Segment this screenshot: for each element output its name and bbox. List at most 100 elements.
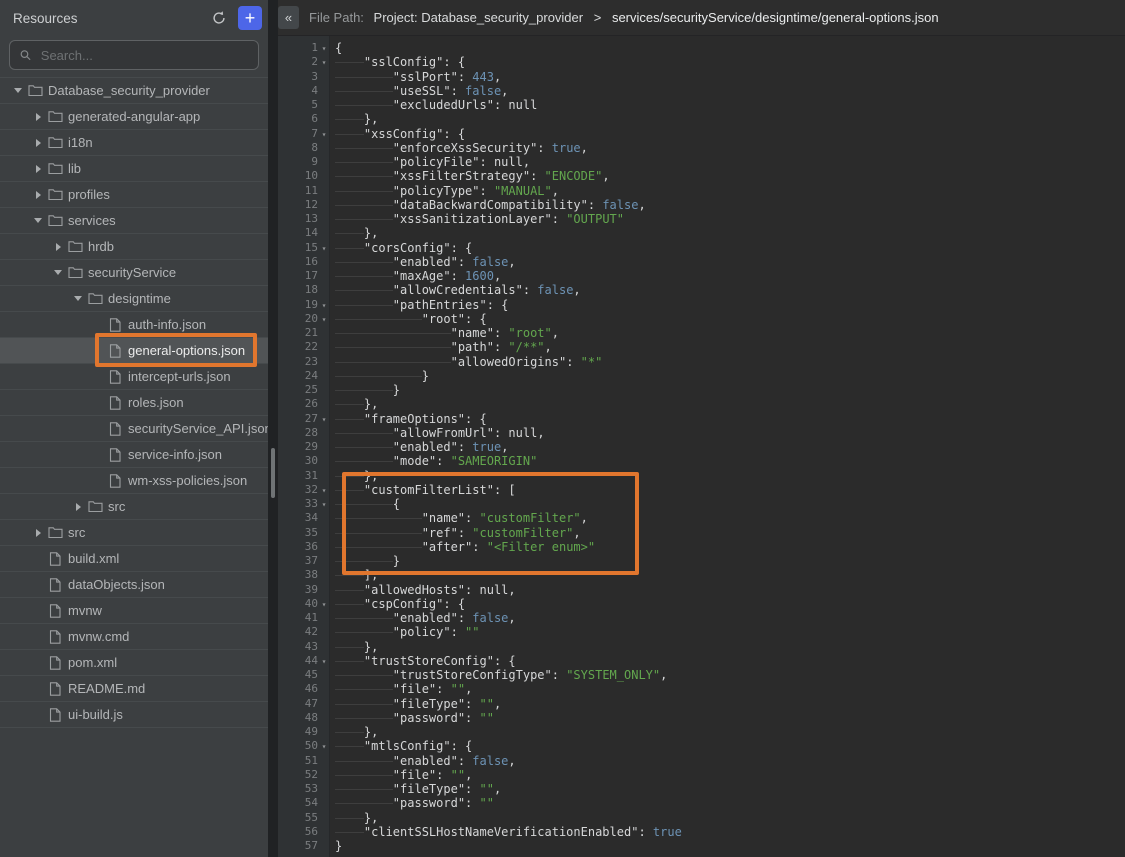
fold-arrow-icon[interactable]: ▾ xyxy=(318,412,330,426)
chevron-down-icon[interactable] xyxy=(50,270,66,275)
code-line[interactable]: 48"password": "" xyxy=(278,711,1125,725)
tree-item-generated-angular-app[interactable]: generated-angular-app xyxy=(0,103,268,129)
tree-item-auth-info.json[interactable]: auth-info.json xyxy=(0,311,268,337)
code-line[interactable]: 43}, xyxy=(278,640,1125,654)
code-line[interactable]: 53"fileType": "", xyxy=(278,782,1125,796)
code-line[interactable]: 42"policy": "" xyxy=(278,625,1125,639)
sidebar-scrollbar-thumb[interactable] xyxy=(271,448,275,498)
tree-item-designtime[interactable]: designtime xyxy=(0,285,268,311)
code-line[interactable]: 44▾"trustStoreConfig": { xyxy=(278,654,1125,668)
code-line[interactable]: 34"name": "customFilter", xyxy=(278,511,1125,525)
code-line[interactable]: 33▾{ xyxy=(278,497,1125,511)
code-line[interactable]: 47"fileType": "", xyxy=(278,697,1125,711)
code-line[interactable]: 29"enabled": true, xyxy=(278,440,1125,454)
tree-item-general-options.json[interactable]: general-options.json xyxy=(0,337,268,363)
code-line[interactable]: 54"password": "" xyxy=(278,796,1125,810)
code-line[interactable]: 28"allowFromUrl": null, xyxy=(278,426,1125,440)
code-line[interactable]: 2▾"sslConfig": { xyxy=(278,55,1125,69)
chevron-right-icon[interactable] xyxy=(30,529,46,537)
code-line[interactable]: 21"name": "root", xyxy=(278,326,1125,340)
tree-item-ui-build.js[interactable]: ui-build.js xyxy=(0,701,268,727)
fold-arrow-icon[interactable]: ▾ xyxy=(318,312,330,326)
code-line[interactable]: 55}, xyxy=(278,811,1125,825)
tree-item-src[interactable]: src xyxy=(0,519,268,545)
tree-item-profiles[interactable]: profiles xyxy=(0,181,268,207)
tree-item-services[interactable]: services xyxy=(0,207,268,233)
code-line[interactable]: 56"clientSSLHostNameVerificationEnabled"… xyxy=(278,825,1125,839)
code-line[interactable]: 19▾"pathEntries": { xyxy=(278,298,1125,312)
code-line[interactable]: 11"policyType": "MANUAL", xyxy=(278,184,1125,198)
fold-arrow-icon[interactable]: ▾ xyxy=(318,654,330,668)
fold-arrow-icon[interactable]: ▾ xyxy=(318,497,330,511)
code-line[interactable]: 20▾"root": { xyxy=(278,312,1125,326)
code-line[interactable]: 40▾"cspConfig": { xyxy=(278,597,1125,611)
chevron-right-icon[interactable] xyxy=(30,165,46,173)
tree-item-lib[interactable]: lib xyxy=(0,155,268,181)
code-line[interactable]: 15▾"corsConfig": { xyxy=(278,241,1125,255)
code-line[interactable]: 51"enabled": false, xyxy=(278,754,1125,768)
code-line[interactable]: 8"enforceXssSecurity": true, xyxy=(278,141,1125,155)
add-resource-button[interactable]: + xyxy=(238,6,262,30)
tree-item-securityService[interactable]: securityService xyxy=(0,259,268,285)
code-line[interactable]: 17"maxAge": 1600, xyxy=(278,269,1125,283)
code-line[interactable]: 12"dataBackwardCompatibility": false, xyxy=(278,198,1125,212)
code-line[interactable]: 26}, xyxy=(278,397,1125,411)
fold-arrow-icon[interactable]: ▾ xyxy=(318,298,330,312)
fold-arrow-icon[interactable]: ▾ xyxy=(318,41,330,55)
code-line[interactable]: 36"after": "<Filter enum>" xyxy=(278,540,1125,554)
code-line[interactable]: 31}, xyxy=(278,469,1125,483)
code-line[interactable]: 27▾"frameOptions": { xyxy=(278,412,1125,426)
chevron-right-icon[interactable] xyxy=(30,191,46,199)
code-line[interactable]: 49}, xyxy=(278,725,1125,739)
code-line[interactable]: 24} xyxy=(278,369,1125,383)
fold-arrow-icon[interactable]: ▾ xyxy=(318,739,330,753)
chevron-right-icon[interactable] xyxy=(30,113,46,121)
tree-item-service-info.json[interactable]: service-info.json xyxy=(0,441,268,467)
chevron-right-icon[interactable] xyxy=(50,243,66,251)
tree-item-pom.xml[interactable]: pom.xml xyxy=(0,649,268,675)
code-line[interactable]: 46"file": "", xyxy=(278,682,1125,696)
chevron-right-icon[interactable] xyxy=(70,503,86,511)
chevron-right-icon[interactable] xyxy=(30,139,46,147)
code-line[interactable]: 23"allowedOrigins": "*" xyxy=(278,355,1125,369)
chevron-down-icon[interactable] xyxy=(30,218,46,223)
code-line[interactable]: 37} xyxy=(278,554,1125,568)
refresh-button[interactable] xyxy=(208,7,230,29)
code-line[interactable]: 6}, xyxy=(278,112,1125,126)
fold-arrow-icon[interactable]: ▾ xyxy=(318,483,330,497)
fold-arrow-icon[interactable]: ▾ xyxy=(318,127,330,141)
tree-item-src[interactable]: src xyxy=(0,493,268,519)
code-line[interactable]: 18"allowCredentials": false, xyxy=(278,283,1125,297)
tree-item-securityService_API.json[interactable]: securityService_API.json xyxy=(0,415,268,441)
code-line[interactable]: 38], xyxy=(278,568,1125,582)
code-line[interactable]: 25} xyxy=(278,383,1125,397)
chevron-down-icon[interactable] xyxy=(10,88,26,93)
tree-item-Database_security_provider[interactable]: Database_security_provider xyxy=(0,77,268,103)
tree-item-build.xml[interactable]: build.xml xyxy=(0,545,268,571)
code-line[interactable]: 32▾"customFilterList": [ xyxy=(278,483,1125,497)
tree-item-mvnw.cmd[interactable]: mvnw.cmd xyxy=(0,623,268,649)
code-line[interactable]: 41"enabled": false, xyxy=(278,611,1125,625)
fold-arrow-icon[interactable]: ▾ xyxy=(318,55,330,69)
code-line[interactable]: 13"xssSanitizationLayer": "OUTPUT" xyxy=(278,212,1125,226)
tree-item-intercept-urls.json[interactable]: intercept-urls.json xyxy=(0,363,268,389)
code-line[interactable]: 52"file": "", xyxy=(278,768,1125,782)
search-input[interactable] xyxy=(39,47,249,64)
tree-item-i18n[interactable]: i18n xyxy=(0,129,268,155)
code-line[interactable]: 9"policyFile": null, xyxy=(278,155,1125,169)
fold-arrow-icon[interactable]: ▾ xyxy=(318,597,330,611)
tree-item-README.md[interactable]: README.md xyxy=(0,675,268,701)
tree-item-hrdb[interactable]: hrdb xyxy=(0,233,268,259)
code-line[interactable]: 39"allowedHosts": null, xyxy=(278,583,1125,597)
code-line[interactable]: 45"trustStoreConfigType": "SYSTEM_ONLY", xyxy=(278,668,1125,682)
tree-item-dataObjects.json[interactable]: dataObjects.json xyxy=(0,571,268,597)
code-line[interactable]: 4"useSSL": false, xyxy=(278,84,1125,98)
chevron-down-icon[interactable] xyxy=(70,296,86,301)
tree-item-wm-xss-policies.json[interactable]: wm-xss-policies.json xyxy=(0,467,268,493)
code-line[interactable]: 30"mode": "SAMEORIGIN" xyxy=(278,454,1125,468)
code-line[interactable]: 5"excludedUrls": null xyxy=(278,98,1125,112)
code-line[interactable]: 14}, xyxy=(278,226,1125,240)
code-line[interactable]: 57} xyxy=(278,839,1125,853)
code-line[interactable]: 22"path": "/**", xyxy=(278,340,1125,354)
code-line[interactable]: 10"xssFilterStrategy": "ENCODE", xyxy=(278,169,1125,183)
